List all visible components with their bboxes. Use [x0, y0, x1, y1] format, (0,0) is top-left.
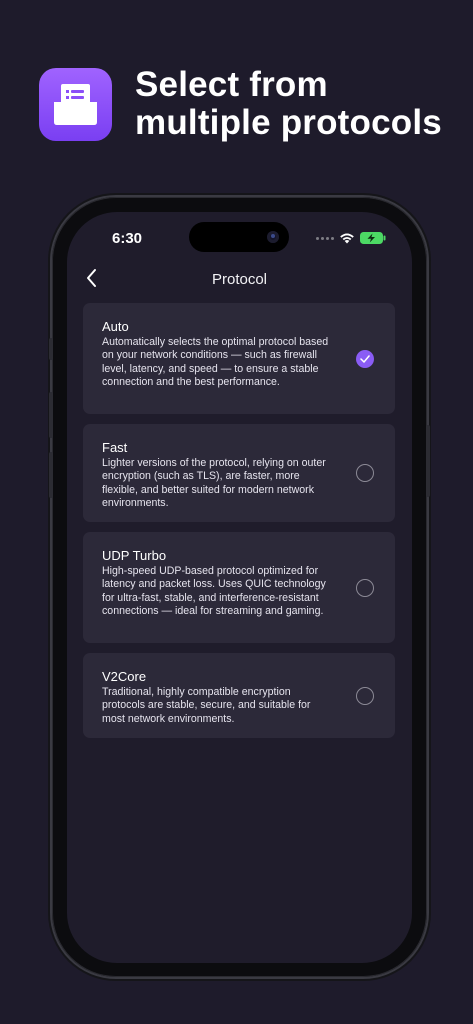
- protocol-option-fast[interactable]: Fast Lighter versions of the protocol, r…: [83, 424, 395, 522]
- protocol-list: Auto Automatically selects the optimal p…: [83, 303, 395, 748]
- page-title: Protocol: [211, 271, 268, 288]
- radio-selected[interactable]: [356, 349, 374, 368]
- protocol-option-v2core[interactable]: V2Core Traditional, highly compatible en…: [83, 653, 395, 738]
- protocol-name: UDP Turbo: [102, 548, 167, 563]
- protocol-name: Auto: [102, 319, 129, 334]
- phone-screen: 6:30 Protocol Auto Automatically selects…: [67, 212, 412, 963]
- protocol-description: Automatically selects the optimal protoc…: [102, 336, 329, 389]
- mail-inbox-icon: [39, 68, 112, 141]
- headline-line-1: Select from: [135, 65, 328, 104]
- status-icons: [316, 231, 386, 245]
- radio-unselected[interactable]: [356, 464, 374, 482]
- phone-volume-up: [49, 392, 53, 438]
- headline-line-2: multiple protocols: [135, 103, 442, 142]
- radio-unselected[interactable]: [356, 578, 374, 597]
- protocol-option-auto[interactable]: Auto Automatically selects the optimal p…: [83, 303, 395, 414]
- phone-power-button: [426, 425, 430, 497]
- wifi-icon: [340, 233, 354, 244]
- battery-charging-icon: [360, 232, 386, 244]
- status-time: 6:30: [112, 230, 143, 247]
- protocol-description: Lighter versions of the protocol, relyin…: [102, 457, 326, 510]
- protocol-name: V2Core: [102, 669, 147, 684]
- checkmark-icon: [360, 354, 370, 363]
- radio-unselected[interactable]: [356, 686, 374, 705]
- camera-icon: [267, 231, 279, 243]
- protocol-option-udp-turbo[interactable]: UDP Turbo High-speed UDP-based protocol …: [83, 532, 395, 643]
- promo-headline: Select from multiple protocols: [135, 66, 465, 142]
- phone-volume-down: [49, 452, 53, 498]
- signal-dots-icon: [316, 236, 334, 240]
- phone-side-button: [49, 338, 53, 360]
- protocol-description: Traditional, highly compatible encryptio…: [102, 686, 311, 725]
- dynamic-island: [189, 222, 289, 252]
- protocol-name: Fast: [102, 440, 128, 455]
- protocol-description: High-speed UDP-based protocol optimized …: [102, 565, 326, 618]
